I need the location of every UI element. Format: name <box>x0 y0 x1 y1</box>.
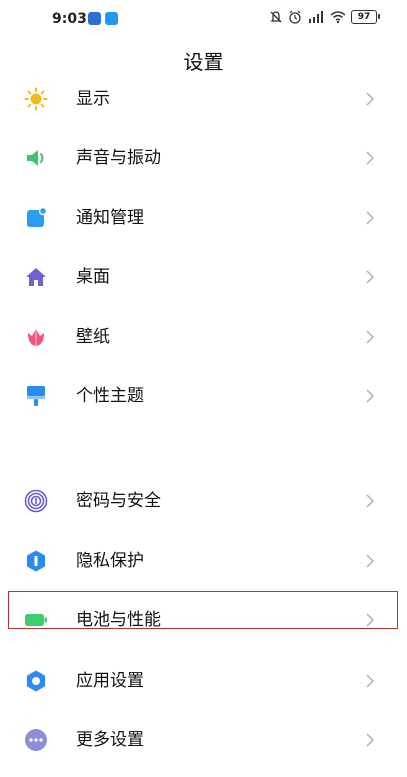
settings-item-label: 个性主题 <box>76 386 144 406</box>
wifi-icon <box>330 11 346 24</box>
chevron-right-icon <box>366 389 374 403</box>
settings-item-label: 桌面 <box>76 267 110 287</box>
sun-icon <box>24 87 48 111</box>
settings-item-label: 更多设置 <box>76 730 144 750</box>
settings-item-password-security[interactable]: 密码与安全 <box>0 475 407 527</box>
battery-indicator: 97 <box>351 10 380 24</box>
chevron-right-icon <box>366 554 374 568</box>
status-time: 9:03 <box>52 11 87 27</box>
settings-item-sound[interactable]: 声音与振动 <box>0 132 407 184</box>
app-badge-icon <box>105 12 118 25</box>
settings-item-wallpaper[interactable]: 壁纸 <box>0 311 407 363</box>
app-badge-icon <box>88 12 101 25</box>
settings-item-label: 声音与振动 <box>76 148 161 168</box>
section-divider <box>0 432 407 466</box>
chevron-right-icon <box>366 270 374 284</box>
highlight-box <box>8 591 398 629</box>
status-icons: 97 <box>269 10 380 24</box>
chevron-right-icon <box>366 674 374 688</box>
settings-item-more-settings[interactable]: 更多设置 <box>0 714 407 766</box>
status-bar: 9:03 97 <box>0 0 407 36</box>
tulip-icon <box>28 329 44 346</box>
chevron-right-icon <box>366 494 374 508</box>
paintbrush-icon <box>27 386 45 406</box>
settings-item-app-settings[interactable]: 应用设置 <box>0 655 407 707</box>
settings-item-display[interactable]: 显示 <box>0 73 407 125</box>
chevron-right-icon <box>366 151 374 165</box>
privacy-shield-icon <box>27 550 45 572</box>
settings-item-label: 壁纸 <box>76 327 110 347</box>
settings-item-label: 密码与安全 <box>76 491 161 511</box>
chevron-right-icon <box>366 211 374 225</box>
page-title: 设置 <box>183 50 224 74</box>
speaker-icon <box>27 150 44 166</box>
notification-icon <box>27 206 48 227</box>
settings-item-themes[interactable]: 个性主题 <box>0 370 407 422</box>
gear-icon <box>26 670 46 692</box>
settings-item-home-screen[interactable]: 桌面 <box>0 251 407 303</box>
settings-item-label: 应用设置 <box>76 671 144 691</box>
chevron-right-icon <box>366 733 374 747</box>
fingerprint-icon <box>24 489 48 513</box>
settings-item-label: 隐私保护 <box>76 551 144 571</box>
home-icon <box>26 268 46 286</box>
settings-item-label: 显示 <box>76 89 110 109</box>
settings-item-notifications[interactable]: 通知管理 <box>0 192 407 244</box>
mute-icon <box>270 11 282 23</box>
settings-item-privacy[interactable]: 隐私保护 <box>0 535 407 587</box>
chevron-right-icon <box>366 330 374 344</box>
alarm-icon <box>289 10 301 24</box>
hd-signal-icon <box>309 11 323 23</box>
more-icon <box>25 729 47 751</box>
chevron-right-icon <box>366 92 374 106</box>
settings-item-label: 通知管理 <box>76 208 144 228</box>
